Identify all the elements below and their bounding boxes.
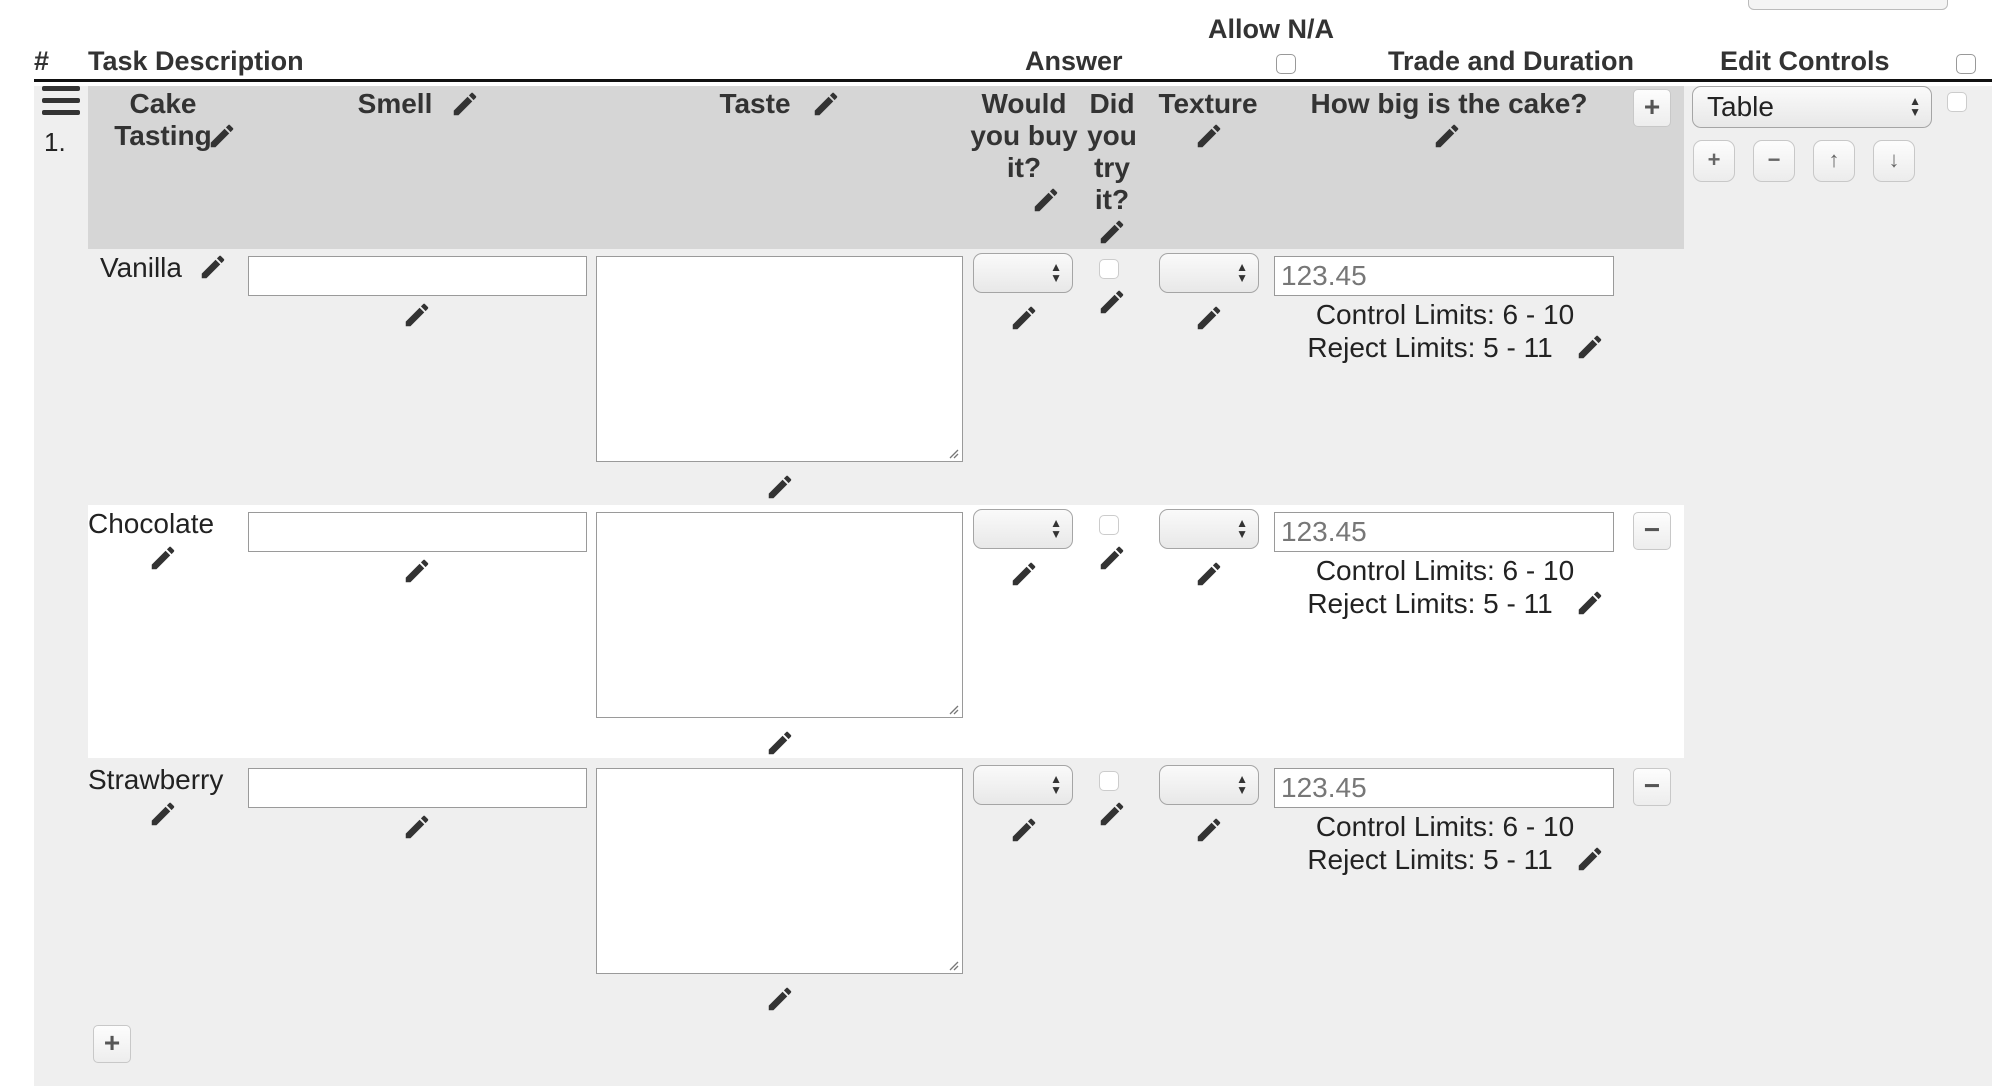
pencil-icon[interactable]	[148, 543, 178, 573]
reject-limits: Reject Limits: 5 - 11	[1307, 844, 1553, 875]
allow-na-checkbox[interactable]	[1276, 54, 1296, 74]
col-hash-header: #	[34, 46, 50, 76]
pencil-icon[interactable]	[402, 812, 432, 842]
pencil-icon[interactable]	[1194, 121, 1224, 151]
pencil-icon[interactable]	[1097, 217, 1127, 247]
edit-controls-header: Edit Controls	[1720, 46, 1890, 76]
did-try-checkbox[interactable]	[1099, 259, 1119, 279]
row-label: Chocolate	[88, 508, 215, 539]
control-limits: Control Limits: 6 - 10	[1315, 811, 1575, 842]
cake-size-input[interactable]: 123.45	[1274, 512, 1614, 552]
drag-handle-menu-icon[interactable]	[42, 86, 80, 120]
did-try-checkbox[interactable]	[1099, 515, 1119, 535]
task-select-checkbox[interactable]	[1947, 92, 1967, 112]
pencil-icon[interactable]	[1194, 815, 1224, 845]
row-label: Strawberry	[88, 764, 224, 795]
would-buy-header: Would you buy it?	[970, 88, 1078, 183]
taste-header: Taste	[719, 88, 791, 119]
taste-textarea[interactable]	[596, 256, 963, 462]
move-up-button[interactable]: ↑	[1813, 140, 1855, 182]
texture-header: Texture	[1158, 88, 1258, 119]
top-partial-button[interactable]	[1748, 0, 1948, 10]
reject-limits: Reject Limits: 5 - 11	[1307, 588, 1553, 619]
pencil-icon[interactable]	[1009, 559, 1039, 589]
pencil-icon[interactable]	[1575, 588, 1605, 618]
did-try-checkbox[interactable]	[1099, 771, 1119, 791]
remove-row-button[interactable]: −	[1633, 512, 1671, 550]
would-buy-select[interactable]: ▲ ▼	[973, 253, 1073, 293]
pencil-icon[interactable]	[1194, 303, 1224, 333]
row-label: Vanilla	[100, 252, 182, 283]
task-description-header: Task Description	[88, 46, 304, 76]
smell-input[interactable]	[248, 256, 587, 296]
texture-select[interactable]: ▲ ▼	[1159, 509, 1259, 549]
smell-input[interactable]	[248, 768, 587, 808]
did-try-header: Did you try it?	[1087, 88, 1137, 215]
pencil-icon[interactable]	[1097, 287, 1127, 317]
pencil-icon[interactable]	[207, 121, 237, 151]
move-down-button[interactable]: ↓	[1873, 140, 1915, 182]
pencil-icon[interactable]	[765, 472, 795, 502]
pencil-icon[interactable]	[811, 89, 841, 119]
how-big-header: How big is the cake?	[1310, 88, 1588, 119]
smell-input[interactable]	[248, 512, 587, 552]
would-buy-select[interactable]: ▲ ▼	[973, 765, 1073, 805]
remove-task-button[interactable]: −	[1753, 140, 1795, 182]
cake-size-input[interactable]: 123.45	[1274, 256, 1614, 296]
pencil-icon[interactable]	[1575, 844, 1605, 874]
cake-size-input[interactable]: 123.45	[1274, 768, 1614, 808]
remove-row-button[interactable]: −	[1633, 768, 1671, 806]
allow-na-header: Allow N/A	[1208, 14, 1334, 44]
header-divider	[34, 79, 1992, 82]
trade-duration-header: Trade and Duration	[1388, 46, 1635, 76]
task-number: 1.	[44, 127, 66, 157]
view-type-select[interactable]: Table ▲ ▼	[1692, 86, 1932, 128]
pencil-icon[interactable]	[1575, 332, 1605, 362]
pencil-icon[interactable]	[148, 799, 178, 829]
texture-select[interactable]: ▲ ▼	[1159, 253, 1259, 293]
select-all-checkbox[interactable]	[1956, 54, 1976, 74]
add-task-button[interactable]: +	[1693, 140, 1735, 182]
control-limits: Control Limits: 6 - 10	[1315, 555, 1575, 586]
pencil-icon[interactable]	[1097, 799, 1127, 829]
taste-textarea[interactable]	[596, 512, 963, 718]
pencil-icon[interactable]	[1097, 543, 1127, 573]
pencil-icon[interactable]	[198, 252, 228, 282]
control-limits: Control Limits: 6 - 10	[1315, 299, 1575, 330]
pencil-icon[interactable]	[450, 89, 480, 119]
add-row-button[interactable]: +	[93, 1025, 131, 1063]
taste-textarea[interactable]	[596, 768, 963, 974]
pencil-icon[interactable]	[402, 300, 432, 330]
pencil-icon[interactable]	[1009, 303, 1039, 333]
pencil-icon[interactable]	[765, 984, 795, 1014]
pencil-icon[interactable]	[402, 556, 432, 586]
add-column-button[interactable]: +	[1633, 89, 1671, 127]
pencil-icon[interactable]	[1031, 185, 1061, 215]
texture-select[interactable]: ▲ ▼	[1159, 765, 1259, 805]
answer-header: Answer	[1025, 46, 1123, 76]
pencil-icon[interactable]	[1432, 121, 1462, 151]
pencil-icon[interactable]	[765, 728, 795, 758]
reject-limits: Reject Limits: 5 - 11	[1307, 332, 1553, 363]
smell-header: Smell	[357, 88, 433, 119]
would-buy-select[interactable]: ▲ ▼	[973, 509, 1073, 549]
pencil-icon[interactable]	[1009, 815, 1039, 845]
pencil-icon[interactable]	[1194, 559, 1224, 589]
